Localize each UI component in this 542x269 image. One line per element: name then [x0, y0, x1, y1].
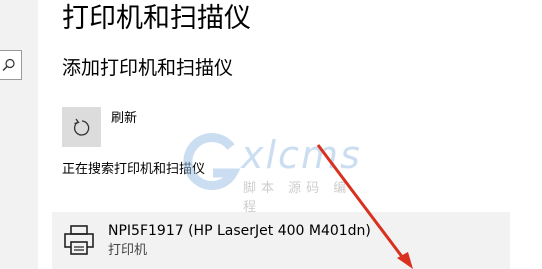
search-status-text: 正在搜索打印机和扫描仪 — [62, 162, 206, 177]
watermark: xlcms 脚本 源码 编程 — [183, 133, 368, 215]
device-type: 打印机 — [108, 243, 148, 258]
section-title: 添加打印机和扫描仪 — [62, 57, 234, 79]
refresh-button[interactable] — [62, 107, 101, 147]
refresh-icon — [74, 118, 90, 136]
page-title: 打印机和扫描仪 — [62, 3, 251, 34]
left-nav-strip — [0, 0, 38, 269]
watermark-text: xlcms — [241, 133, 362, 177]
search-input[interactable] — [0, 50, 22, 80]
search-icon — [2, 58, 15, 71]
device-list-item[interactable]: NPI5F1917 (HP LaserJet 400 M401dn) 打印机 — [52, 212, 510, 269]
watermark-subtitle: 脚本 源码 编程 — [243, 181, 352, 215]
printer-icon — [64, 225, 94, 255]
device-name: NPI5F1917 (HP LaserJet 400 M401dn) — [108, 223, 371, 239]
refresh-label[interactable]: 刷新 — [111, 110, 137, 128]
